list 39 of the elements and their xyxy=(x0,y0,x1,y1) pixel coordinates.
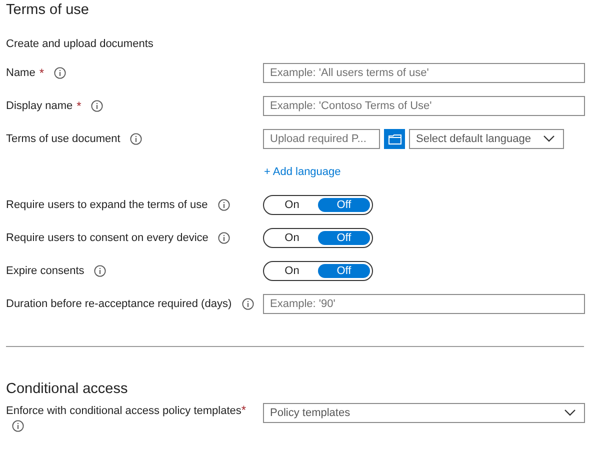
policy-dropdown[interactable]: Policy templates xyxy=(263,403,585,423)
field-label: Display name xyxy=(6,100,73,112)
toggle-option[interactable]: On xyxy=(266,230,318,244)
info-icon[interactable] xyxy=(218,198,230,210)
section-title: Conditional access xyxy=(6,380,129,399)
toggle-option[interactable]: Off xyxy=(318,264,370,278)
section-title: Terms of use xyxy=(6,1,90,20)
field-label: Require users to expand the terms of use xyxy=(6,198,208,210)
info-icon[interactable] xyxy=(218,232,230,244)
field-label: Expire consents xyxy=(6,264,84,276)
folder-icon xyxy=(388,132,402,144)
field-label: Name xyxy=(6,66,36,78)
language-dropdown[interactable]: Select default language xyxy=(409,128,564,148)
info-icon[interactable] xyxy=(130,132,142,144)
input-field[interactable]: Example: 'All users terms of use' xyxy=(263,62,585,82)
section-subtitle: Create and upload documents xyxy=(6,37,154,52)
field-label: Require users to consent on every device xyxy=(6,232,208,244)
toggle-option[interactable]: On xyxy=(266,264,318,278)
toggle-option[interactable]: On xyxy=(266,198,318,212)
file-field[interactable]: Upload required P... xyxy=(263,128,380,148)
info-icon[interactable] xyxy=(94,264,106,276)
browse-button[interactable] xyxy=(384,128,405,148)
required-mark: * xyxy=(39,66,44,80)
toggle-option[interactable]: Off xyxy=(318,230,370,244)
toggle-option[interactable]: Off xyxy=(318,198,370,212)
add-language-link[interactable]: + Add language xyxy=(264,166,341,178)
required-mark: * xyxy=(76,98,82,112)
chevron-down-icon xyxy=(543,134,555,142)
required-mark: * xyxy=(241,403,246,417)
input-field[interactable]: Example: 'Contoso Terms of Use' xyxy=(263,96,585,116)
field-label: Enforce with conditional access policy templates xyxy=(6,405,242,417)
info-icon[interactable] xyxy=(12,420,24,432)
field-label: Duration before re-acceptance required (days) xyxy=(6,298,232,310)
info-icon[interactable] xyxy=(54,66,66,78)
chevron-down-icon xyxy=(564,409,576,417)
input-field[interactable]: Example: '90' xyxy=(263,294,585,314)
info-icon[interactable] xyxy=(242,298,254,310)
info-icon[interactable] xyxy=(91,100,104,112)
field-label: Terms of use document xyxy=(6,132,120,144)
